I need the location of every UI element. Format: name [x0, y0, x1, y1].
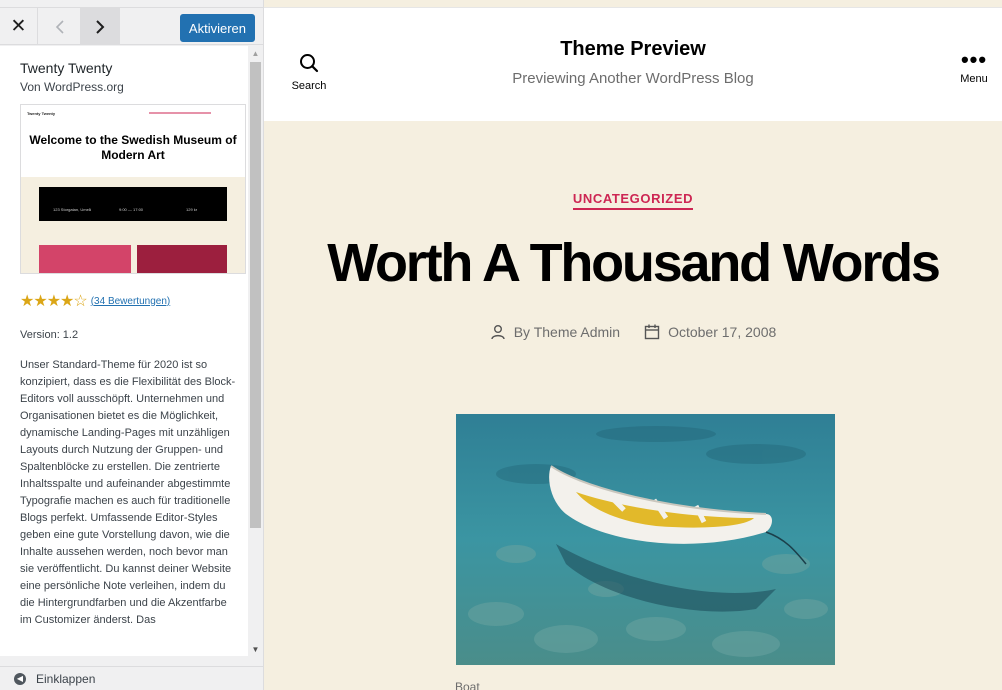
- theme-description: Unser Standard-Theme für 2020 ist so kon…: [20, 359, 236, 626]
- previous-theme-button[interactable]: [40, 8, 80, 45]
- image-caption: Boat: [455, 680, 480, 690]
- theme-rating: ★★★★☆ (34 Bewertungen): [20, 291, 170, 311]
- calendar-icon: [644, 324, 660, 340]
- close-button[interactable]: ✕: [0, 8, 38, 45]
- theme-name: Twenty Twenty: [20, 60, 113, 76]
- post-author[interactable]: By Theme Admin: [490, 324, 620, 340]
- category-link[interactable]: UNCATEGORIZED: [572, 191, 694, 210]
- collapse-arrow-icon: ◀: [14, 672, 26, 685]
- chevron-right-icon: [96, 19, 105, 34]
- next-theme-button[interactable]: [80, 8, 120, 45]
- customizer-sidebar: ✕ Aktivieren Twenty Twenty Von WordPress…: [0, 0, 264, 690]
- activate-button[interactable]: Aktivieren: [179, 14, 255, 42]
- chevron-left-icon: [55, 19, 64, 34]
- scroll-down-arrow-icon[interactable]: ▼: [248, 642, 263, 656]
- theme-author: Von WordPress.org: [20, 80, 124, 94]
- boat-photo: [456, 414, 835, 665]
- site-header: Search Theme Preview Previewing Another …: [264, 7, 1002, 121]
- collapse-label: Einklappen: [36, 671, 96, 686]
- screenshot-title: Welcome to the Swedish Museum of Modern …: [29, 133, 237, 162]
- menu-toggle-button[interactable]: ••• Menu: [954, 47, 994, 86]
- boat-image: [456, 414, 835, 665]
- customizer-topbar: ✕ Aktivieren: [0, 7, 263, 45]
- close-icon: ✕: [10, 16, 27, 37]
- site-description: Previewing Another WordPress Blog: [512, 70, 754, 87]
- panel-scrollbar[interactable]: ▲ ▼: [248, 46, 263, 656]
- site-title[interactable]: Theme Preview: [264, 38, 1002, 61]
- ellipsis-icon: •••: [960, 47, 988, 72]
- theme-preview-frame: Search Theme Preview Previewing Another …: [264, 0, 1002, 690]
- screenshot-info-bar: 123 Storgatan, Umeå 9:00 — 17:00 129 kr: [39, 187, 227, 221]
- post-meta: By Theme Admin October 17, 2008: [264, 324, 1002, 340]
- theme-details-panel: Twenty Twenty Von WordPress.org Twenty T…: [0, 46, 248, 656]
- collapse-sidebar-button[interactable]: ◀ Einklappen: [0, 666, 263, 690]
- star-rating-icon: ★★★★☆: [20, 293, 88, 310]
- post-date[interactable]: October 17, 2008: [644, 324, 776, 340]
- post-title[interactable]: Worth A Thousand Words: [264, 232, 1002, 294]
- scroll-up-arrow-icon[interactable]: ▲: [248, 46, 263, 60]
- menu-label: Menu: [960, 73, 988, 85]
- scrollbar-thumb[interactable]: [250, 62, 261, 528]
- theme-screenshot: Twenty Twenty Welcome to the Swedish Mus…: [20, 104, 246, 274]
- user-icon: [491, 325, 505, 340]
- theme-version: Version: 1.2: [20, 329, 79, 341]
- screenshot-logo: Twenty Twenty: [27, 111, 56, 116]
- rating-count-link[interactable]: (34 Bewertungen): [91, 296, 171, 307]
